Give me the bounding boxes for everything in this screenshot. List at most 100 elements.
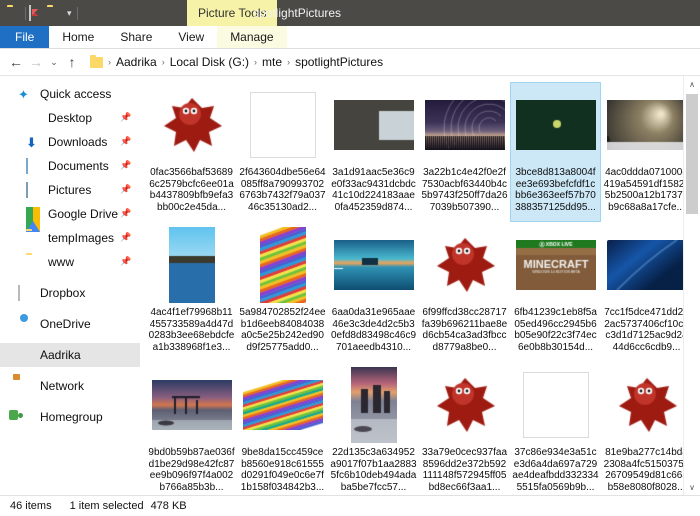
scroll-up-icon[interactable]: ∧ — [684, 76, 700, 92]
google-drive-icon — [26, 206, 41, 232]
sidebar-label: OneDrive — [40, 317, 91, 331]
sidebar-item-google-drive[interactable]: Google Drive 📌 — [0, 202, 140, 232]
file-name-label: 6f99ffcd38cc28717fa39b696211bae8ed6cb54c… — [421, 307, 508, 353]
tab-view[interactable]: View — [165, 26, 217, 48]
file-explorer-window: ▾ Picture Tools spotlightPictures File H… — [0, 0, 700, 516]
tab-share[interactable]: Share — [107, 26, 165, 48]
address-bar: ← → ⌄ ↑ › Aadrika › Local Disk (G:) › mt… — [0, 49, 700, 75]
sidebar-label: tempImages — [48, 231, 115, 245]
file-thumbnail — [152, 86, 232, 164]
file-name-label: 6fb41239c1eb8f5a05ed496cc2945b6b05e90f22… — [514, 307, 597, 353]
file-tile[interactable]: 4ac4f1ef79968b11455733589a4d47d0283b3ee6… — [146, 222, 237, 362]
file-thumbnail — [606, 86, 687, 164]
file-tile[interactable]: 33a79e0cec937faa8596dd2e372b592111148f57… — [419, 362, 510, 495]
star-icon: ✦ — [18, 86, 29, 102]
file-name-label: 9be8da15cc459ceb8560e918c61555d0291f049e… — [240, 447, 325, 493]
selection-label: 1 item selected — [69, 500, 144, 512]
sidebar-label: Documents — [48, 159, 109, 173]
window-title: spotlightPictures — [253, 6, 342, 20]
file-tile[interactable]: 2f643604dbe56e64085ff8a7909937026763b743… — [237, 82, 328, 222]
sidebar-item-aadrika[interactable]: Aadrika — [0, 343, 140, 367]
sidebar-item-desktop[interactable]: Desktop 📌 — [0, 106, 140, 130]
file-tile[interactable]: 6f99ffcd38cc28717fa39b696211bae8ed6cb54c… — [419, 222, 510, 362]
pin-icon[interactable]: 📌 — [120, 113, 131, 122]
file-thumbnail — [606, 226, 687, 304]
toolbar-divider-2 — [76, 6, 78, 20]
back-icon[interactable]: ← — [6, 52, 26, 72]
breadcrumb-separator-2: › — [254, 57, 258, 67]
pin-icon[interactable]: 📌 — [120, 233, 131, 242]
file-tile[interactable]: 37c86e934e3a51ce3d6a4da697a729ae4deafbdd… — [510, 362, 601, 495]
file-tile[interactable]: 22d135c3a634952a9017f07b1aa28835fc6b10de… — [328, 362, 419, 495]
tab-home[interactable]: Home — [49, 26, 107, 48]
sidebar-item-homegroup[interactable]: Homegroup — [0, 405, 140, 429]
file-tile[interactable]: 7cc1f5dce471dd272ac5737406cf10c2c3d1d712… — [601, 222, 692, 362]
breadcrumb-item-aadrika[interactable]: Aadrika — [113, 55, 160, 69]
pin-icon[interactable]: 📌 — [120, 161, 131, 170]
sidebar-label: Quick access — [40, 87, 112, 101]
pin-icon[interactable]: 📌 — [120, 185, 131, 194]
file-tile[interactable]: 5a984702852f24eeb1d6eeb84084038a0c5e25b2… — [237, 222, 328, 362]
file-thumbnail — [151, 366, 232, 444]
sidebar-item-pictures[interactable]: Pictures 📌 — [0, 178, 140, 202]
file-tile[interactable]: 6aa0da31e965aae46e3c3de4d2c5b30efd8d8349… — [328, 222, 419, 362]
file-tile[interactable]: 9be8da15cc459ceb8560e918c61555d0291f049e… — [237, 362, 328, 495]
sidebar-label: Homegroup — [40, 410, 103, 424]
tab-file[interactable]: File — [0, 26, 50, 48]
sidebar-item-documents[interactable]: Documents 📌 — [0, 154, 140, 178]
pin-icon[interactable]: 📌 — [120, 257, 131, 266]
breadcrumb-folder-icon — [90, 54, 103, 68]
file-tile[interactable]: 3a22b1c4e42f0e2f7530acbf63440b4c5b9743f2… — [419, 82, 510, 222]
file-name-label: 2f643604dbe56e64085ff8a7909937026763b743… — [239, 167, 326, 213]
file-thumbnail — [242, 366, 323, 444]
file-tile[interactable]: 3a1d91aac5e36c9e0f33ac9431dcbdc41c10d224… — [328, 82, 419, 222]
sidebar-item-quick-access[interactable]: ✦ Quick access — [0, 82, 140, 106]
sidebar-label: Downloads — [48, 135, 108, 149]
breadcrumb[interactable]: › Aadrika › Local Disk (G:) › mte › spot… — [86, 52, 694, 72]
breadcrumb-separator-3: › — [287, 57, 291, 67]
breadcrumb-item-local-disk[interactable]: Local Disk (G:) — [167, 55, 252, 69]
status-bar: 46 items 1 item selected 478 KB — [0, 495, 700, 516]
tab-manage[interactable]: Manage — [217, 26, 287, 48]
file-list-pane[interactable]: 0fac3566baf536896c2579bcfc6ee01ab4437809… — [140, 76, 700, 495]
sidebar-item-downloads[interactable]: ⬇ Downloads 📌 — [0, 130, 140, 154]
file-name-label: 3a1d91aac5e36c9e0f33ac9431dcbdc41c10d224… — [331, 167, 416, 213]
breadcrumb-item-spotlightpictures[interactable]: spotlightPictures — [292, 55, 386, 69]
pin-icon[interactable]: 📌 — [120, 209, 131, 218]
sidebar-item-www[interactable]: www 📌 — [0, 250, 140, 274]
recent-locations-icon[interactable]: ⌄ — [46, 52, 62, 72]
dropbox-icon — [18, 284, 33, 301]
scrollbar-track[interactable] — [684, 92, 700, 479]
sidebar-label: Desktop — [48, 111, 93, 125]
breadcrumb-item-mte[interactable]: mte — [259, 55, 285, 69]
up-icon[interactable]: ↑ — [62, 52, 82, 72]
folder-icon[interactable] — [7, 6, 22, 21]
toolbar-divider — [25, 6, 26, 20]
file-tile[interactable]: 0fac3566baf536896c2579bcfc6ee01ab4437809… — [146, 82, 237, 222]
folder-icon — [26, 255, 41, 270]
download-arrow-icon: ⬇ — [26, 134, 37, 150]
file-tile[interactable]: 9bd0b59b87ae036fd1be29d98e42fc87ee9b096f… — [146, 362, 237, 495]
file-tile[interactable]: 81e9ba277c14bd42308a4fc5150375426709549d… — [601, 362, 692, 495]
forward-icon[interactable]: → — [26, 52, 46, 72]
sidebar-item-network[interactable]: Network — [0, 374, 140, 398]
sidebar-item-tempimages[interactable]: tempImages 📌 — [0, 226, 140, 250]
file-tile-selected[interactable]: 3bce8d813a8004fee3e693befcfdf1cbb6e363ee… — [510, 82, 601, 222]
sidebar-item-onedrive[interactable]: OneDrive — [0, 312, 140, 336]
pin-icon[interactable]: 📌 — [120, 137, 131, 146]
sidebar-label: Google Drive — [48, 207, 119, 221]
folder-icon-2[interactable] — [47, 6, 62, 21]
sidebar-item-dropbox[interactable]: Dropbox — [0, 281, 140, 305]
scroll-down-icon[interactable]: ∨ — [684, 479, 700, 495]
title-bar: ▾ Picture Tools spotlightPictures — [0, 0, 700, 26]
scrollbar-thumb[interactable] — [686, 94, 698, 214]
monitor-icon — [26, 111, 41, 126]
properties-icon[interactable] — [29, 4, 44, 21]
file-tile[interactable]: 4ac0ddda071000e419a54591df1582c5b2500a12… — [601, 82, 692, 222]
file-tile[interactable]: 6fb41239c1eb8f5a05ed496cc2945b6b05e90f22… — [510, 222, 601, 362]
vertical-scrollbar[interactable]: ∧ ∨ — [683, 76, 700, 495]
file-name-label: 7cc1f5dce471dd272ac5737406cf10c2c3d1d712… — [604, 307, 689, 353]
customize-chevron-icon[interactable]: ▾ — [65, 8, 74, 18]
